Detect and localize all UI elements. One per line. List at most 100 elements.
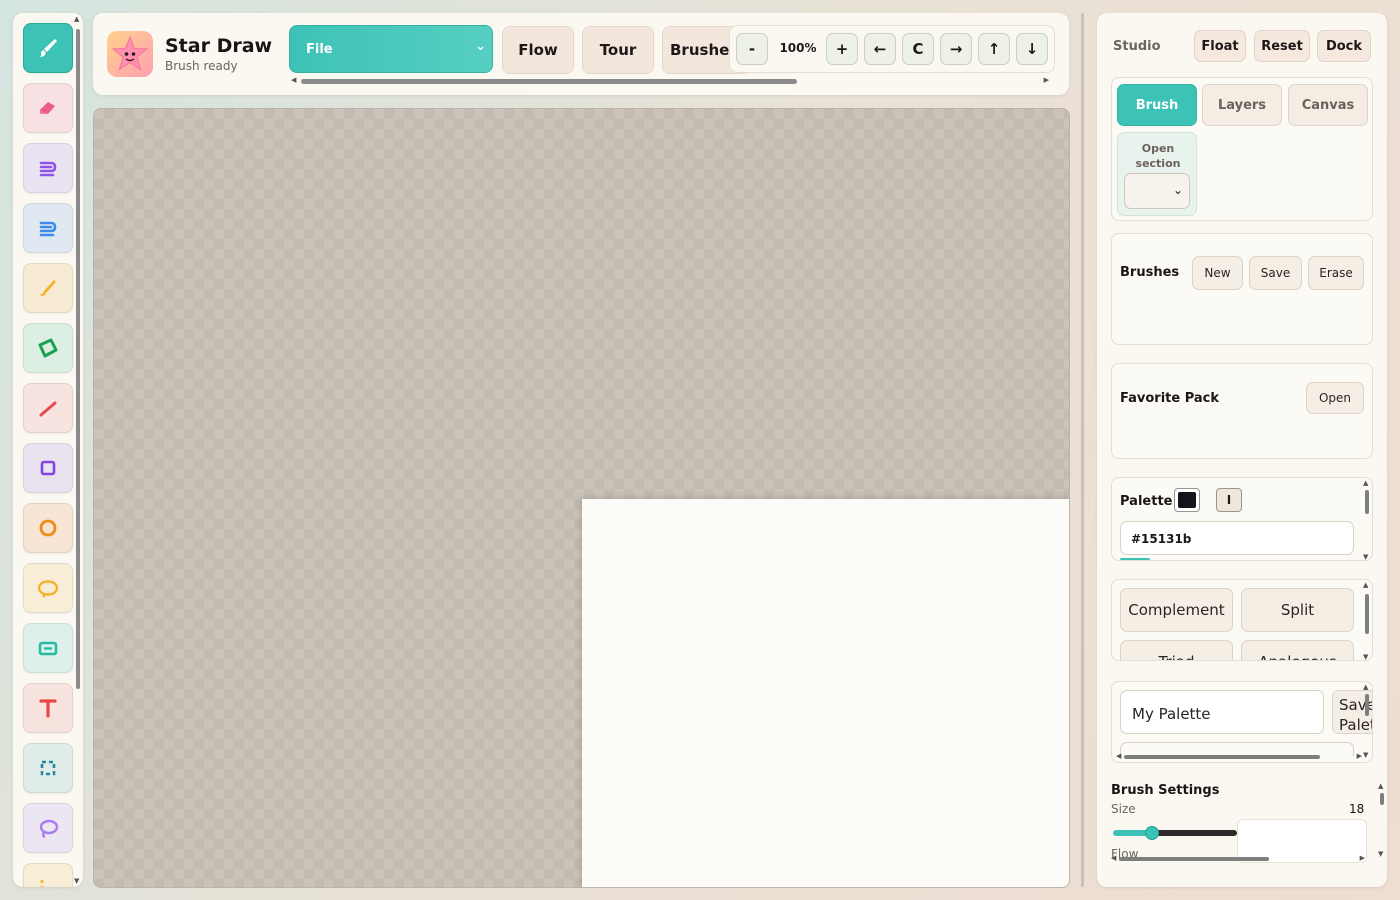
pencil-tool[interactable] <box>23 263 73 313</box>
select-tool[interactable] <box>23 743 73 793</box>
lasso-icon <box>39 819 59 839</box>
pan-up-button[interactable]: ↑ <box>978 33 1010 65</box>
save-brush-button[interactable]: Save <box>1249 256 1302 290</box>
split-button[interactable]: Split <box>1241 588 1354 632</box>
brush-settings-vscrollbar[interactable]: ▲ ▼ <box>1378 782 1385 858</box>
scroll-left-arrow-icon[interactable]: ◀ <box>1116 752 1121 760</box>
ink-tool[interactable] <box>23 203 73 253</box>
scroll-thumb[interactable] <box>1365 694 1369 716</box>
tool-rail: ▲ ▼ <box>13 13 83 887</box>
pen-icon <box>39 161 57 177</box>
scroll-down-arrow-icon[interactable]: ▼ <box>1363 751 1368 759</box>
scroll-thumb[interactable] <box>1124 755 1320 759</box>
scroll-down-arrow-icon[interactable]: ▼ <box>1363 653 1368 660</box>
pan-right-button[interactable]: → <box>940 33 972 65</box>
panel-resize-handle[interactable] <box>1081 13 1084 887</box>
chevron-down-icon: ⌄ <box>1172 183 1183 197</box>
studio-panel: Studio Float Reset Dock Brush Layers Can… <box>1097 13 1387 887</box>
studio-title: Studio <box>1113 39 1161 54</box>
flow-button[interactable]: Flow <box>502 26 574 74</box>
pen-tool[interactable] <box>23 143 73 193</box>
app-title: Star Draw <box>165 35 273 57</box>
scroll-up-arrow-icon[interactable]: ▲ <box>1363 479 1368 487</box>
erase-brush-button[interactable]: Erase <box>1308 256 1364 290</box>
open-section-select[interactable]: ⌄ <box>1124 173 1190 209</box>
palette-color-swatch[interactable] <box>1174 488 1200 512</box>
scroll-right-arrow-icon[interactable]: ▶ <box>1357 752 1362 760</box>
scroll-up-arrow-icon[interactable]: ▲ <box>74 15 79 23</box>
dock-button[interactable]: Dock <box>1317 30 1371 62</box>
scroll-thumb[interactable] <box>1119 857 1269 861</box>
toolbar-scrollbar[interactable]: ◀ ▶ <box>289 76 1055 86</box>
toolbar-strip: File ⌄ Flow Tour Brushes - 100% + ← C → … <box>289 23 1055 87</box>
brush-icon <box>40 39 57 57</box>
scroll-down-arrow-icon[interactable]: ▼ <box>74 877 79 885</box>
size-slider-track[interactable] <box>1113 830 1237 836</box>
line-tool[interactable] <box>23 383 73 433</box>
text-tool[interactable] <box>23 683 73 733</box>
rectangle-tool[interactable] <box>23 443 73 493</box>
ink-icon <box>39 221 57 237</box>
brush-tool[interactable] <box>23 23 73 73</box>
pan-down-button[interactable]: ↓ <box>1016 33 1048 65</box>
scroll-left-arrow-icon[interactable]: ◀ <box>291 76 296 84</box>
open-section-control: Open section ⌄ <box>1117 132 1197 216</box>
hex-color-input[interactable]: #15131b <box>1120 521 1354 555</box>
brushes-label: Brushes <box>1120 265 1180 280</box>
text-box-tool[interactable] <box>23 623 73 673</box>
palette-card: Palette I #15131b ▲ ▼ <box>1111 477 1373 561</box>
tab-brush[interactable]: Brush <box>1117 84 1197 126</box>
scroll-up-arrow-icon[interactable]: ▲ <box>1363 581 1368 589</box>
center-button[interactable]: C <box>902 33 934 65</box>
fill-tool[interactable] <box>23 323 73 373</box>
eraser-tool[interactable] <box>23 83 73 133</box>
tool-rail-scrollbar[interactable]: ▲ ▼ <box>74 15 81 885</box>
scroll-right-arrow-icon[interactable]: ▶ <box>1044 76 1049 84</box>
scroll-down-arrow-icon[interactable]: ▼ <box>1363 553 1368 560</box>
palette-picker-toggle[interactable]: I <box>1216 488 1242 512</box>
harmony-scrollbar[interactable]: ▲ ▼ <box>1363 581 1370 660</box>
palette-scrollbar[interactable]: ▲ ▼ <box>1363 479 1370 560</box>
section-tabs-card: Brush Layers Canvas Open section ⌄ <box>1111 77 1373 221</box>
zoom-out-button[interactable]: - <box>736 33 768 65</box>
open-favorite-pack-button[interactable]: Open <box>1306 382 1364 414</box>
float-button[interactable]: Float <box>1194 30 1246 62</box>
scroll-down-arrow-icon[interactable]: ▼ <box>1378 850 1383 858</box>
tool-list <box>23 23 73 887</box>
scroll-thumb[interactable] <box>1365 490 1369 514</box>
line-icon <box>39 401 57 417</box>
favorite-pack-label: Favorite Pack <box>1120 391 1220 406</box>
lasso-tool[interactable] <box>23 803 73 853</box>
canvas-paper[interactable] <box>582 499 1069 887</box>
reset-button[interactable]: Reset <box>1254 30 1310 62</box>
palette-name-input[interactable]: My Palette <box>1120 690 1324 734</box>
complement-button[interactable]: Complement <box>1120 588 1233 632</box>
size-slider-handle[interactable] <box>1145 826 1159 840</box>
file-menu-select[interactable]: File ⌄ <box>289 25 493 73</box>
crop-tool[interactable] <box>23 863 73 887</box>
zoom-in-button[interactable]: + <box>826 33 858 65</box>
my-palette-hscrollbar[interactable]: ◀ ▶ <box>1116 752 1362 761</box>
scroll-right-arrow-icon[interactable]: ▶ <box>1360 854 1365 862</box>
tab-layers[interactable]: Layers <box>1202 84 1282 126</box>
drawing-canvas[interactable] <box>93 108 1070 888</box>
triad-button[interactable]: Triad <box>1120 640 1233 660</box>
scroll-up-arrow-icon[interactable]: ▲ <box>1378 782 1383 790</box>
scroll-thumb[interactable] <box>1380 793 1384 805</box>
my-palette-vscrollbar[interactable]: ▲ ▼ <box>1363 683 1370 759</box>
scroll-thumb[interactable] <box>1365 594 1369 634</box>
circle-tool[interactable] <box>23 503 73 553</box>
ellipse-tool[interactable] <box>23 563 73 613</box>
scroll-thumb[interactable] <box>76 29 80 689</box>
tour-button[interactable]: Tour <box>582 26 654 74</box>
open-section-label: Open section <box>1135 142 1181 170</box>
pan-left-button[interactable]: ← <box>864 33 896 65</box>
circle-icon <box>39 519 57 537</box>
tab-canvas[interactable]: Canvas <box>1288 84 1368 126</box>
scroll-left-arrow-icon[interactable]: ◀ <box>1111 854 1116 862</box>
scroll-up-arrow-icon[interactable]: ▲ <box>1363 683 1368 691</box>
brush-settings-hscrollbar[interactable]: ◀ ▶ <box>1111 854 1365 863</box>
analogous-button[interactable]: Analogous <box>1241 640 1354 660</box>
scroll-thumb[interactable] <box>301 79 797 84</box>
new-brush-button[interactable]: New <box>1192 256 1243 290</box>
